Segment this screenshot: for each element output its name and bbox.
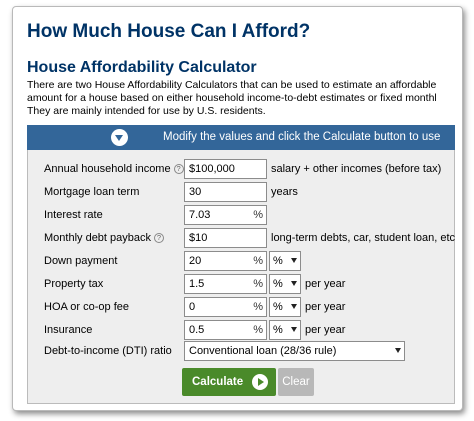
property-tax-label: Property tax: [44, 278, 104, 290]
insurance-unit-select[interactable]: %: [269, 320, 301, 340]
income-label-text: Annual household income: [44, 163, 171, 175]
calculator-window: How Much House Can I Afford? House Affor…: [12, 6, 463, 411]
insurance-input[interactable]: 0.5 %: [184, 320, 267, 340]
calculate-label: Calculate: [192, 376, 244, 388]
interest-value: 7.03: [189, 209, 211, 221]
dti-select[interactable]: Conventional loan (28/36 rule): [184, 341, 405, 361]
percent-sign: %: [253, 324, 263, 336]
chevron-down-circle-icon[interactable]: [111, 129, 128, 146]
hoa-input[interactable]: 0 %: [184, 297, 267, 317]
chevron-down-icon: [395, 348, 401, 353]
select-value: %: [273, 255, 283, 267]
select-value: %: [273, 301, 283, 313]
calculator-form: Annual household income? $100,000 salary…: [27, 150, 455, 404]
property-tax-unit-select[interactable]: %: [269, 274, 301, 294]
banner-text: Modify the values and click the Calculat…: [163, 131, 441, 143]
chevron-down-icon: [291, 327, 297, 332]
chevron-down-icon: [291, 281, 297, 286]
hoa-label: HOA or co-op fee: [44, 301, 129, 313]
chevron-down-icon: [291, 304, 297, 309]
debt-label: Monthly debt payback?: [44, 232, 165, 244]
down-payment-unit-select[interactable]: %: [269, 251, 301, 271]
select-value: %: [273, 278, 283, 290]
select-value: Conventional loan (28/36 rule): [189, 345, 337, 357]
play-icon: [252, 374, 268, 390]
property-tax-value: 1.5: [189, 278, 205, 290]
intro-line: They are mainly intended for use by U.S.…: [27, 105, 266, 117]
help-icon[interactable]: ?: [154, 233, 165, 243]
percent-sign: %: [253, 278, 263, 290]
percent-sign: %: [253, 301, 263, 313]
property-tax-input[interactable]: 1.5 %: [184, 274, 267, 294]
intro-text: There are two House Affordability Calcul…: [27, 79, 457, 118]
interest-input[interactable]: 7.03 %: [184, 205, 267, 225]
calculate-button[interactable]: Calculate: [182, 368, 276, 396]
percent-sign: %: [253, 255, 263, 267]
income-input[interactable]: $100,000: [184, 159, 267, 179]
loan-term-input[interactable]: 30: [184, 182, 267, 202]
calculator-title: House Affordability Calculator: [27, 59, 257, 76]
chevron-down-icon: [291, 258, 297, 263]
page-title: How Much House Can I Afford?: [27, 21, 311, 42]
insurance-label: Insurance: [44, 324, 93, 336]
debt-label-text: Monthly debt payback: [44, 232, 152, 244]
select-value: %: [273, 324, 283, 336]
clear-button[interactable]: Clear: [278, 368, 314, 396]
loan-term-label: Mortgage loan term: [44, 186, 140, 198]
income-label: Annual household income?: [44, 163, 184, 175]
property-tax-period: per year: [305, 278, 346, 290]
percent-sign: %: [253, 209, 263, 221]
income-hint: salary + other incomes (before tax): [271, 163, 442, 175]
dti-label: Debt-to-income (DTI) ratio: [44, 345, 172, 357]
hoa-period: per year: [305, 301, 346, 313]
down-payment-value: 20: [189, 255, 202, 267]
insurance-period: per year: [305, 324, 346, 336]
insurance-value: 0.5: [189, 324, 205, 336]
debt-input[interactable]: $10: [184, 228, 267, 248]
debt-hint: long-term debts, car, student loan, etc: [271, 232, 456, 244]
help-icon[interactable]: ?: [173, 164, 184, 174]
interest-label: Interest rate: [44, 209, 103, 221]
down-payment-input[interactable]: 20 %: [184, 251, 267, 271]
down-payment-label: Down payment: [44, 255, 118, 267]
hoa-unit-select[interactable]: %: [269, 297, 301, 317]
intro-line: amount for a house based on either house…: [27, 92, 437, 104]
hoa-value: 0: [189, 301, 196, 313]
intro-line: There are two House Affordability Calcul…: [27, 79, 437, 91]
loan-term-unit: years: [271, 186, 298, 198]
instruction-banner: Modify the values and click the Calculat…: [27, 125, 455, 150]
